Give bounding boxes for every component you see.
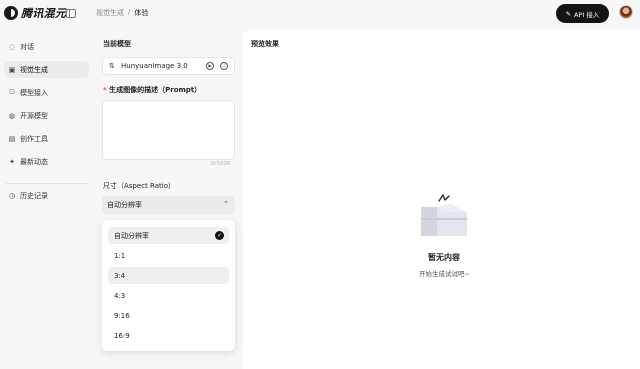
breadcrumb: 视觉生成 / 体验 <box>96 8 148 18</box>
option-label: 自动分辨率 <box>114 231 149 240</box>
empty-state-title: 暂无内容 <box>428 253 460 262</box>
sidebar-toggle-icon[interactable] <box>66 9 76 18</box>
aspect-option-9-16[interactable]: 9:16 <box>108 307 229 324</box>
sidebar-item-latest-news[interactable]: ✦ 最新动态 <box>4 153 89 170</box>
breadcrumb-parent[interactable]: 视觉生成 <box>96 8 124 18</box>
aspect-option-16-9[interactable]: 16:9 <box>108 327 229 344</box>
api-icon: ⎋ <box>9 88 15 96</box>
aspect-ratio-select[interactable]: 自动分辨率 ⌃ <box>102 196 235 214</box>
sidebar-item-history[interactable]: ◷ 历史记录 <box>4 187 89 204</box>
prompt-counter: 0/5000 <box>211 161 231 167</box>
sidebar-item-label: 历史记录 <box>20 191 48 200</box>
sidebar-item-creative-tools[interactable]: ▤ 创作工具 <box>4 130 89 147</box>
current-model-label: 当前模型 <box>103 40 131 48</box>
hunyuan-logo-icon <box>4 6 18 20</box>
chat-icon: ◌ <box>8 42 16 51</box>
sidebar-divider <box>6 183 88 184</box>
avatar[interactable] <box>619 5 633 19</box>
preview-title: 预览效果 <box>251 40 279 48</box>
empty-state-subtitle: 开始生成试试吧~ <box>419 270 470 278</box>
preview-panel: 预览效果 暂无内容 开始生成试试吧~ <box>243 30 640 369</box>
breadcrumb-separator: / <box>128 8 131 16</box>
sidebar-item-visual-generation[interactable]: ▣ 视觉生成 <box>4 61 89 78</box>
breadcrumb-current: 体验 <box>134 9 149 17</box>
history-icon: ◷ <box>8 191 16 200</box>
aspect-option-auto[interactable]: 自动分辨率 ✓ <box>108 227 229 244</box>
sparkle-icon: ✦ <box>9 157 15 166</box>
aspect-option-4-3[interactable]: 4:3 <box>108 287 229 304</box>
empty-box-icon <box>421 194 467 236</box>
option-label: 4:3 <box>114 291 126 300</box>
info-icon[interactable]: i <box>220 62 228 70</box>
prompt-label-text: 生成图像的描述（Prompt） <box>109 86 202 94</box>
required-mark: * <box>103 86 107 94</box>
chevron-up-icon: ⌃ <box>223 200 229 208</box>
aspect-ratio-dropdown: 自动分辨率 ✓ 1:1 3:4 4:3 9:16 16:9 <box>102 220 235 351</box>
option-label: 16:9 <box>114 331 130 340</box>
aspect-ratio-selected: 自动分辨率 <box>107 201 142 209</box>
option-label: 1:1 <box>114 251 126 260</box>
aspect-option-1-1[interactable]: 1:1 <box>108 247 229 264</box>
option-label: 3:4 <box>114 271 126 280</box>
sidebar-item-open-source[interactable]: ◍ 开源模型 <box>4 107 89 124</box>
sidebar-item-label: 视觉生成 <box>20 65 48 74</box>
pencil-icon: ✎ <box>565 9 572 18</box>
sidebar-item-label: 开源模型 <box>20 111 48 120</box>
sidebar-item-label: 对话 <box>20 42 34 51</box>
sidebar-item-label: 最新动态 <box>20 157 48 166</box>
sidebar-item-chat[interactable]: ◌ 对话 <box>4 38 89 55</box>
sidebar-item-model-access[interactable]: ⎋ 模型接入 <box>4 84 89 101</box>
option-label: 9:16 <box>114 311 130 320</box>
model-selector[interactable]: ⇅ HunyuanImage 3.0 ▶ i <box>102 57 235 75</box>
api-access-button[interactable]: ✎ API 接入 <box>556 4 609 23</box>
model-name: HunyuanImage 3.0 <box>121 62 188 70</box>
top-bar: 腾讯混元 视觉生成 / 体验 ✎ API 接入 <box>0 0 640 28</box>
sidebar-item-label: 创作工具 <box>20 134 48 143</box>
logo[interactable]: 腾讯混元 <box>4 5 66 21</box>
sidebar-item-label: 模型接入 <box>20 88 48 97</box>
prompt-input[interactable] <box>102 100 235 160</box>
api-access-label: API 接入 <box>574 10 600 19</box>
aspect-option-3-4[interactable]: 3:4 <box>108 267 229 284</box>
play-icon[interactable]: ▶ <box>206 62 214 70</box>
toolbox-icon: ▤ <box>8 134 16 143</box>
swap-icon: ⇅ <box>109 62 115 70</box>
logo-text: 腾讯混元 <box>21 7 67 20</box>
size-label: 尺寸（Aspect Ratio） <box>103 182 175 190</box>
check-icon: ✓ <box>215 231 224 240</box>
prompt-label: * 生成图像的描述（Prompt） <box>103 85 201 95</box>
github-icon: ◍ <box>8 111 16 120</box>
image-icon: ▣ <box>8 65 16 74</box>
